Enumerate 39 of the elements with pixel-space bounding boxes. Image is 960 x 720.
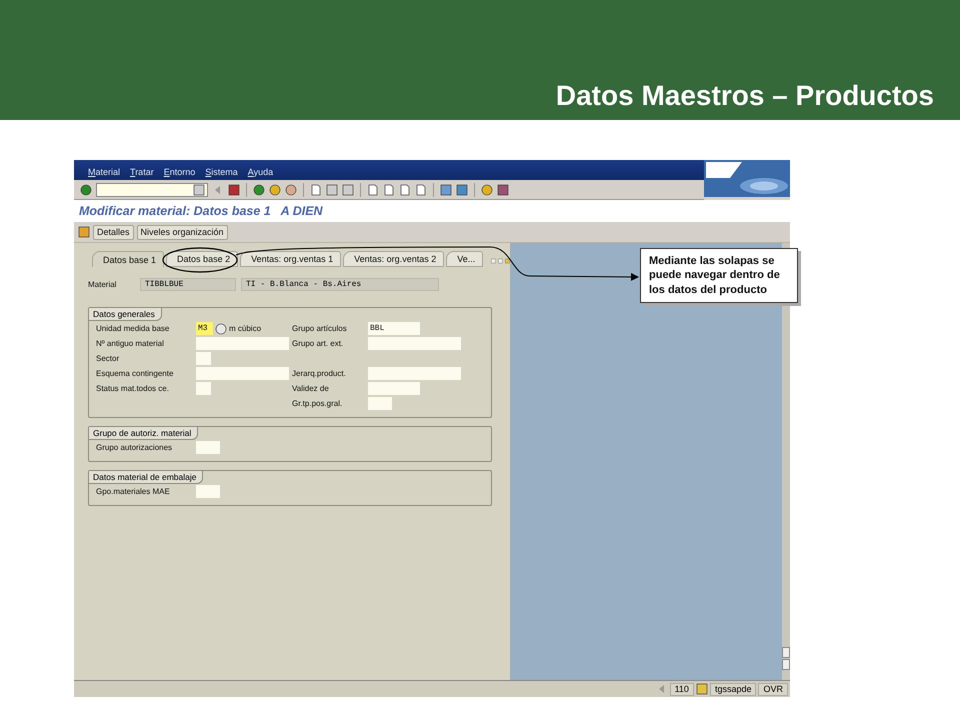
menu-item[interactable]: Entorno bbox=[164, 167, 196, 177]
material-description: TI - B.Blanca - Bs.Aires bbox=[241, 278, 439, 290]
field-label: Esquema contingente bbox=[96, 369, 174, 378]
field-label: Gpo.materiales MAE bbox=[96, 487, 171, 496]
field-label: Sector bbox=[96, 354, 120, 363]
input-mode: OVR bbox=[758, 682, 788, 696]
callout: Mediante las solapas se puede navegar dentro de los datos del producto bbox=[640, 248, 798, 303]
toolbar-button[interactable]: Detalles bbox=[93, 224, 134, 240]
field-label: Grupo artículos bbox=[292, 324, 348, 333]
server-name: tgssapde bbox=[710, 682, 756, 696]
field-label: Validez de bbox=[292, 384, 330, 393]
field-label: Jerarq.product. bbox=[292, 369, 347, 378]
tab[interactable]: Datos base 1 bbox=[92, 251, 164, 267]
tab[interactable]: Ventas: org.ventas 1 bbox=[240, 251, 342, 267]
tab[interactable]: Datos base 2 bbox=[166, 251, 238, 267]
tab[interactable]: Ventas: org.ventas 2 bbox=[343, 251, 444, 267]
menu-item[interactable]: Sistema bbox=[205, 167, 238, 177]
menu-item[interactable]: Material bbox=[88, 167, 120, 177]
material-code: TIBBLBUE bbox=[140, 278, 236, 290]
input-field[interactable]: M3 bbox=[196, 322, 213, 335]
tab[interactable]: Ve... bbox=[446, 251, 484, 267]
menu-item[interactable]: Ayuda bbox=[248, 167, 274, 177]
field-label: Nº antiguo material bbox=[96, 339, 165, 348]
material-label: Material bbox=[88, 280, 118, 288]
menu-item[interactable]: Tratar bbox=[130, 167, 154, 177]
field-label: Grupo art. ext. bbox=[292, 339, 344, 348]
screen-title: Modificar material: Datos base 1 A DIEN bbox=[79, 204, 323, 218]
group-title: Datos generales bbox=[89, 308, 162, 321]
group-title: Grupo de autoriz. material bbox=[89, 427, 198, 440]
session-number: 110 bbox=[670, 682, 694, 696]
unit-text: m cúbico bbox=[229, 324, 262, 333]
field-label: Unidad medida base bbox=[96, 324, 170, 333]
field-label: Grupo autorizaciones bbox=[96, 443, 174, 452]
field-label: Gr.tp.pos.gral. bbox=[292, 399, 344, 408]
input-field[interactable]: BBL bbox=[368, 322, 420, 335]
group-title: Datos material de embalaje bbox=[89, 471, 204, 484]
toolbar-button[interactable]: Niveles organización bbox=[136, 224, 228, 240]
field-label: Status mat.todos ce. bbox=[96, 384, 170, 393]
slide-title: Datos Maestros – Productos bbox=[556, 80, 934, 112]
